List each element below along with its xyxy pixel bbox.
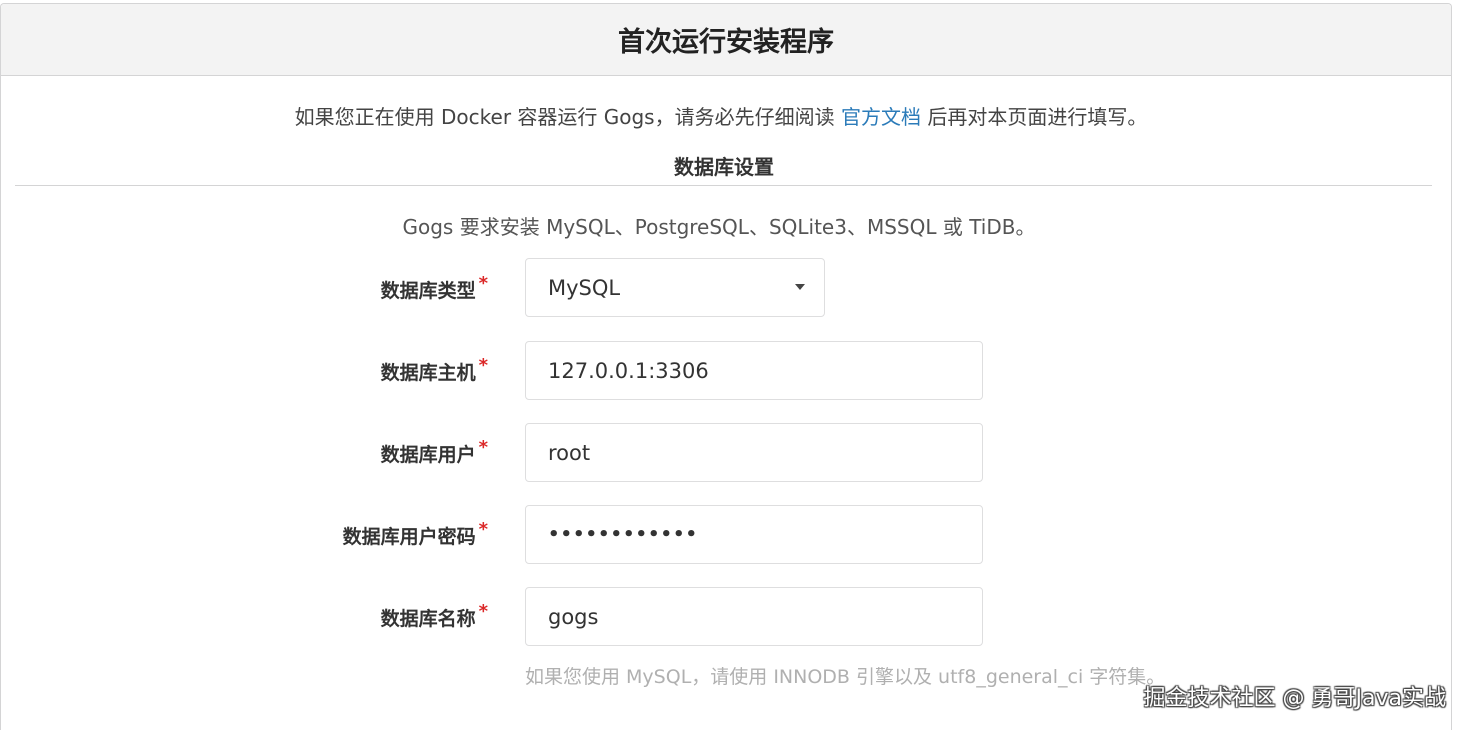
db-user-label-text: 数据库用户 — [380, 444, 476, 466]
official-docs-link[interactable]: 官方文档 — [841, 105, 921, 129]
db-password-label: 数据库用户密码 * — [342, 519, 488, 549]
notice-text-before: 如果您正在使用 Docker 容器运行 Gogs，请务必先仔细阅读 — [294, 105, 835, 129]
required-mark: * — [478, 355, 488, 376]
db-type-select[interactable]: MySQL — [525, 258, 825, 317]
page-title: 首次运行安装程序 — [1, 4, 1451, 76]
db-host-label: 数据库主机 * — [380, 355, 488, 385]
db-host-input[interactable]: 127.0.0.1:3306 — [525, 341, 983, 400]
db-user-value: root — [548, 440, 591, 465]
db-type-label: 数据库类型 * — [380, 273, 488, 303]
required-mark: * — [478, 273, 488, 294]
required-mark: * — [478, 601, 488, 622]
dropdown-caret-icon — [795, 284, 805, 290]
db-password-label-text: 数据库用户密码 — [342, 526, 476, 548]
mysql-help-text: 如果您使用 MySQL，请使用 INNODB 引擎以及 utf8_general… — [525, 666, 1166, 688]
db-password-value: •••••••••••• — [548, 524, 699, 545]
db-user-label: 数据库用户 * — [380, 437, 488, 467]
db-host-value: 127.0.0.1:3306 — [548, 358, 709, 383]
db-name-label: 数据库名称 * — [380, 601, 488, 631]
db-type-value: MySQL — [548, 275, 621, 300]
db-user-input[interactable]: root — [525, 423, 983, 482]
database-section-title: 数据库设置 — [674, 155, 774, 179]
notice-text-after: 后再对本页面进行填写。 — [927, 105, 1148, 129]
db-type-label-text: 数据库类型 — [380, 280, 476, 302]
db-name-label-text: 数据库名称 — [380, 608, 476, 630]
db-host-label-text: 数据库主机 — [380, 362, 476, 384]
db-name-value: gogs — [548, 604, 599, 629]
docker-notice: 如果您正在使用 Docker 容器运行 Gogs，请务必先仔细阅读 官方文档 后… — [1, 101, 1441, 130]
required-mark: * — [478, 437, 488, 458]
section-divider — [15, 185, 1432, 186]
database-requirement-text: Gogs 要求安装 MySQL、PostgreSQL、SQLite3、MSSQL… — [402, 215, 1036, 239]
required-mark: * — [478, 519, 488, 540]
db-name-input[interactable]: gogs — [525, 587, 983, 646]
watermark: 掘金技术社区 @ 勇哥Java实战 — [1143, 686, 1446, 711]
db-password-input[interactable]: •••••••••••• — [525, 505, 983, 564]
